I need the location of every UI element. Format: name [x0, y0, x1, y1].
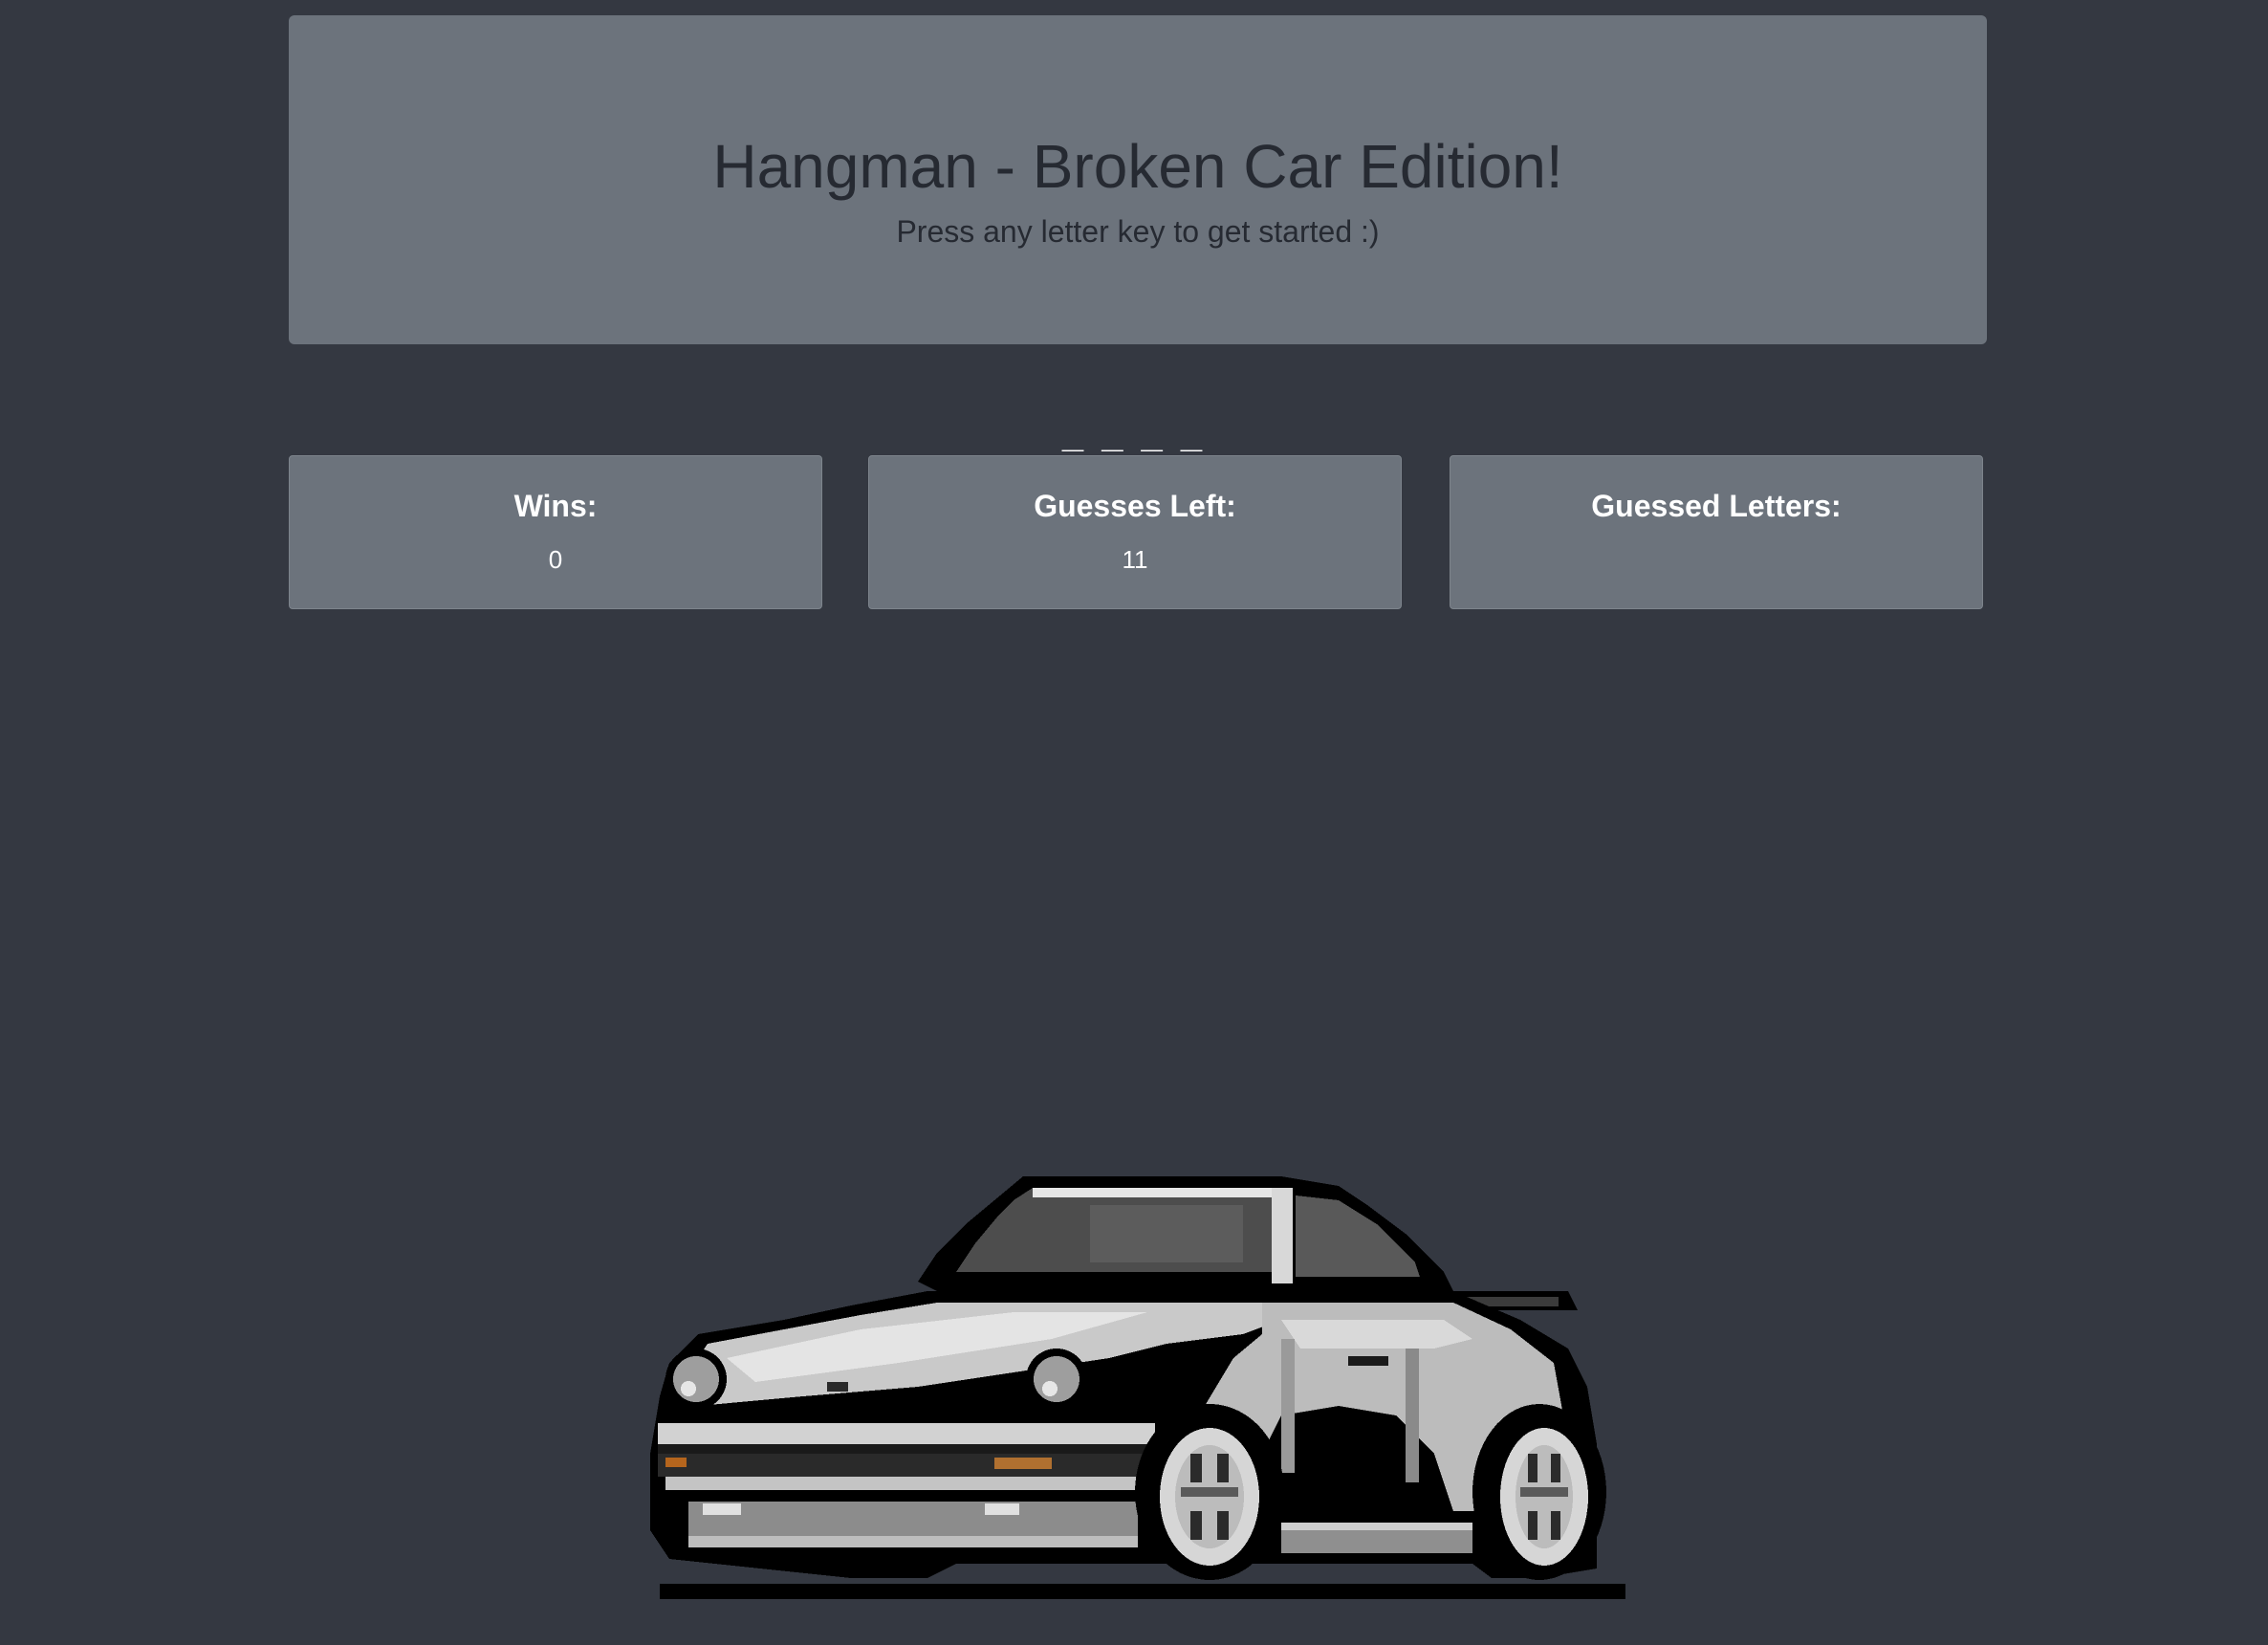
guessed-letters-card: Guessed Letters:	[1450, 455, 1983, 609]
wins-card: Wins: 0	[289, 455, 822, 609]
guesses-left-label: Guesses Left:	[1034, 489, 1236, 523]
page-title: Hangman - Broken Car Edition!	[712, 132, 1563, 201]
guessed-letters-label: Guessed Letters:	[1591, 489, 1842, 523]
guesses-left-card: Guesses Left: 11	[868, 455, 1402, 609]
wins-label: Wins:	[513, 489, 598, 523]
guesses-left-value: 11	[1122, 545, 1148, 574]
wins-value: 0	[548, 545, 563, 574]
header-jumbotron: Hangman - Broken Car Edition! Press any …	[289, 15, 1987, 344]
instructions-text: Press any letter key to get started :)	[896, 214, 1380, 249]
pixel-car-icon	[650, 1176, 1625, 1599]
game-page: Hangman - Broken Car Edition! Press any …	[0, 0, 2268, 1645]
word-blanks: _ _ _ _	[1061, 413, 1207, 455]
